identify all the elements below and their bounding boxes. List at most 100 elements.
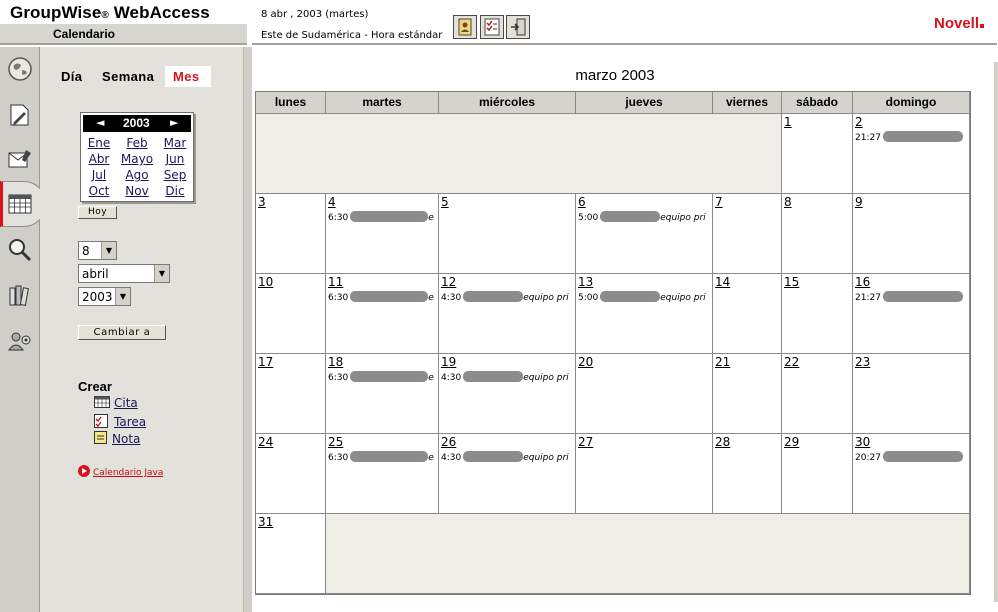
day-cell[interactable]: 1 bbox=[782, 114, 853, 194]
day-number-link[interactable]: 31 bbox=[258, 515, 273, 529]
appointment-item[interactable]: 21:27 bbox=[855, 131, 971, 143]
day-number-link[interactable]: 14 bbox=[715, 275, 730, 289]
day-cell[interactable]: 17 bbox=[256, 354, 326, 434]
day-number-link[interactable]: 18 bbox=[328, 355, 343, 369]
day-cell[interactable]: 27 bbox=[576, 434, 713, 514]
day-number-link[interactable]: 5 bbox=[441, 195, 449, 209]
create-note-link[interactable]: Nota bbox=[94, 431, 140, 446]
rail-item-library[interactable] bbox=[3, 278, 37, 312]
appointment-item[interactable]: 21:27 bbox=[855, 291, 971, 303]
day-cell[interactable]: 25 6:30 e bbox=[326, 434, 439, 514]
day-number-link[interactable]: 12 bbox=[441, 275, 456, 289]
day-cell[interactable]: 28 bbox=[713, 434, 782, 514]
day-cell[interactable]: 4 6:30 e bbox=[326, 194, 439, 274]
day-cell[interactable]: 23 bbox=[853, 354, 970, 434]
tab-day[interactable]: Día bbox=[61, 69, 82, 84]
day-number-link[interactable]: 11 bbox=[328, 275, 343, 289]
day-number-link[interactable]: 22 bbox=[784, 355, 799, 369]
create-task-link[interactable]: Tarea bbox=[94, 414, 146, 429]
day-cell[interactable]: 3 bbox=[256, 194, 326, 274]
day-number-link[interactable]: 8 bbox=[784, 195, 792, 209]
tab-month[interactable]: Mes bbox=[165, 66, 211, 87]
appointment-item[interactable]: 6:30 e bbox=[328, 291, 440, 303]
day-cell[interactable]: 8 bbox=[782, 194, 853, 274]
day-number-link[interactable]: 17 bbox=[258, 355, 273, 369]
day-cell[interactable]: 18 6:30 e bbox=[326, 354, 439, 434]
rail-item-compose[interactable] bbox=[3, 98, 37, 132]
rail-item-calendar[interactable] bbox=[3, 187, 37, 221]
day-cell[interactable]: 21 bbox=[713, 354, 782, 434]
appointment-item[interactable]: 4:30 equipo pri bbox=[441, 371, 577, 383]
month-link-dec[interactable]: Dic bbox=[158, 184, 192, 198]
day-number-link[interactable]: 23 bbox=[855, 355, 870, 369]
tab-week[interactable]: Semana bbox=[102, 69, 154, 84]
day-number-link[interactable]: 6 bbox=[578, 195, 586, 209]
exit-button[interactable] bbox=[506, 15, 530, 39]
year-select[interactable]: 2003 ▼ bbox=[78, 287, 131, 306]
day-cell[interactable]: 5 bbox=[439, 194, 576, 274]
day-number-link[interactable]: 30 bbox=[855, 435, 870, 449]
day-cell[interactable]: 9 bbox=[853, 194, 970, 274]
month-link-mar[interactable]: Mar bbox=[158, 136, 192, 150]
month-select[interactable]: abril ▼ bbox=[78, 264, 170, 283]
month-link-jul[interactable]: Jul bbox=[82, 168, 116, 182]
day-cell[interactable]: 20 bbox=[576, 354, 713, 434]
month-link-feb[interactable]: Feb bbox=[120, 136, 154, 150]
day-cell[interactable]: 12 4:30 equipo pri bbox=[439, 274, 576, 354]
day-number-link[interactable]: 10 bbox=[258, 275, 273, 289]
day-cell[interactable]: 2 21:27 bbox=[853, 114, 970, 194]
day-number-link[interactable]: 20 bbox=[578, 355, 593, 369]
month-link-aug[interactable]: Ago bbox=[120, 168, 154, 182]
day-number-link[interactable]: 28 bbox=[715, 435, 730, 449]
day-number-link[interactable]: 1 bbox=[784, 115, 792, 129]
previous-year-button[interactable]: ◄ bbox=[96, 116, 104, 129]
day-cell[interactable]: 11 6:30 e bbox=[326, 274, 439, 354]
appointment-item[interactable]: 6:30 e bbox=[328, 211, 440, 223]
day-number-link[interactable]: 7 bbox=[715, 195, 723, 209]
change-date-button[interactable]: Cambiar a bbox=[78, 325, 166, 340]
day-cell[interactable]: 6 5:00 equipo pri bbox=[576, 194, 713, 274]
day-number-link[interactable]: 15 bbox=[784, 275, 799, 289]
scrollbar-edge[interactable] bbox=[994, 62, 998, 602]
day-number-link[interactable]: 9 bbox=[855, 195, 863, 209]
day-cell[interactable]: 30 20:27 bbox=[853, 434, 970, 514]
month-link-apr[interactable]: Abr bbox=[82, 152, 116, 166]
rail-item-options[interactable] bbox=[3, 324, 37, 358]
month-link-may[interactable]: Mayo bbox=[120, 152, 154, 166]
today-button[interactable]: Hoy bbox=[78, 206, 117, 219]
month-link-nov[interactable]: Nov bbox=[120, 184, 154, 198]
task-list-button[interactable] bbox=[480, 15, 504, 39]
day-number-link[interactable]: 4 bbox=[328, 195, 336, 209]
day-number-link[interactable]: 29 bbox=[784, 435, 799, 449]
month-link-jun[interactable]: Jun bbox=[158, 152, 192, 166]
appointment-item[interactable]: 5:00 equipo pri bbox=[578, 291, 714, 303]
day-number-link[interactable]: 13 bbox=[578, 275, 593, 289]
appointment-item[interactable]: 20:27 bbox=[855, 451, 971, 463]
day-number-link[interactable]: 19 bbox=[441, 355, 456, 369]
panel-divider[interactable] bbox=[243, 47, 252, 612]
address-book-button[interactable] bbox=[453, 15, 477, 39]
day-number-link[interactable]: 3 bbox=[258, 195, 266, 209]
day-number-link[interactable]: 27 bbox=[578, 435, 593, 449]
rail-item-mailbox[interactable] bbox=[3, 142, 37, 176]
day-cell[interactable]: 26 4:30 equipo pri bbox=[439, 434, 576, 514]
day-select[interactable]: 8 ▼ bbox=[78, 241, 117, 260]
day-cell[interactable]: 14 bbox=[713, 274, 782, 354]
month-link-oct[interactable]: Oct bbox=[82, 184, 116, 198]
day-cell[interactable]: 7 bbox=[713, 194, 782, 274]
day-number-link[interactable]: 26 bbox=[441, 435, 456, 449]
day-cell[interactable]: 22 bbox=[782, 354, 853, 434]
month-link-jan[interactable]: Ene bbox=[82, 136, 116, 150]
appointment-item[interactable]: 6:30 e bbox=[328, 371, 440, 383]
day-number-link[interactable]: 21 bbox=[715, 355, 730, 369]
java-calendar-link[interactable]: Calendario Java bbox=[78, 465, 163, 478]
appointment-item[interactable]: 5:00 equipo pri bbox=[578, 211, 714, 223]
day-number-link[interactable]: 25 bbox=[328, 435, 343, 449]
appointment-item[interactable]: 6:30 e bbox=[328, 451, 440, 463]
rail-item-home[interactable] bbox=[3, 52, 37, 86]
next-year-button[interactable]: ► bbox=[170, 116, 178, 129]
day-number-link[interactable]: 24 bbox=[258, 435, 273, 449]
day-cell[interactable]: 19 4:30 equipo pri bbox=[439, 354, 576, 434]
day-cell[interactable]: 15 bbox=[782, 274, 853, 354]
day-cell[interactable]: 31 bbox=[256, 514, 326, 594]
